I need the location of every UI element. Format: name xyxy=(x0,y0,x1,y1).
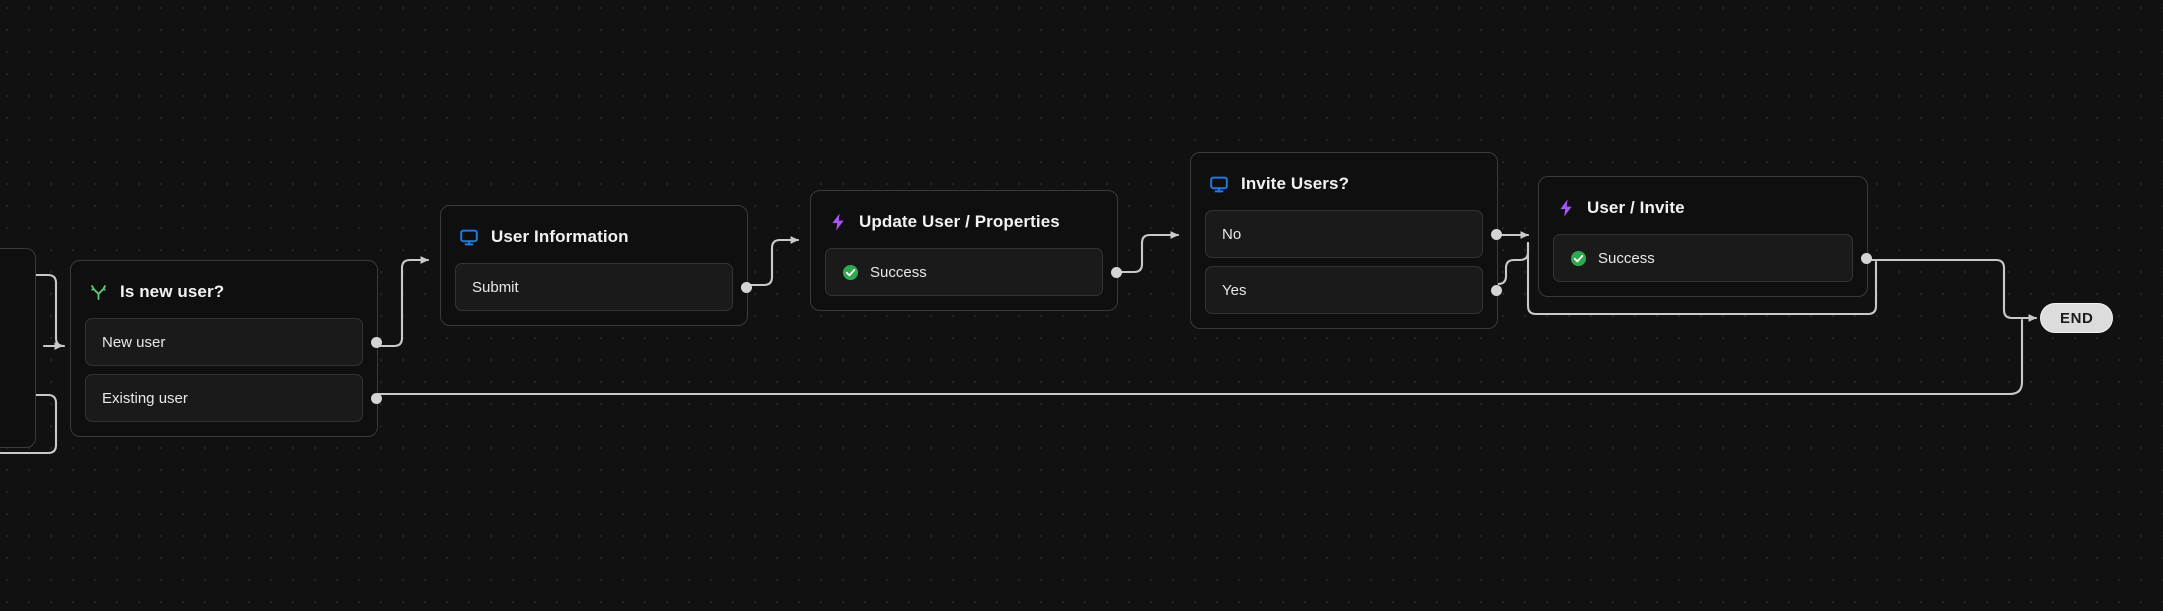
node-header: Is new user? xyxy=(85,275,363,305)
port-connector-dot[interactable] xyxy=(1861,252,1872,264)
port-label: Submit xyxy=(472,278,519,296)
port-success[interactable]: Success xyxy=(1553,234,1872,282)
node-update-user-properties[interactable]: Update User / Properties Success xyxy=(810,190,1122,311)
port-label: Existing user xyxy=(102,389,188,407)
port-connector-dot[interactable] xyxy=(1491,228,1502,240)
port-submit[interactable]: Submit xyxy=(455,263,752,311)
port-success[interactable]: Success xyxy=(825,248,1122,296)
edge-existinguser-rail xyxy=(366,318,2024,396)
node-title: User Information xyxy=(491,227,629,246)
port-list: No Yes xyxy=(1205,210,1502,314)
node-title: User / Invite xyxy=(1587,198,1685,217)
monitor-screen-icon xyxy=(1209,174,1229,194)
port-label: Success xyxy=(1598,249,1655,267)
edge-offscreen-to-isnewuser xyxy=(34,273,66,348)
port-list: Submit xyxy=(455,263,752,311)
edge-submit-to-updateuser xyxy=(746,236,800,287)
offscreen-node-fragment[interactable] xyxy=(0,248,36,448)
node-is-new-user[interactable]: Is new user? New user Existing user xyxy=(70,260,382,437)
port-connector-dot[interactable] xyxy=(1491,284,1502,296)
node-header: Update User / Properties xyxy=(825,205,1103,235)
port-connector-dot[interactable] xyxy=(371,392,382,404)
port-connector-dot[interactable] xyxy=(741,281,752,293)
port-list: New user Existing user xyxy=(85,318,382,422)
flow-canvas[interactable]: Is new user? New user Existing user User… xyxy=(0,0,2163,611)
port-label: New user xyxy=(102,333,166,351)
port-existing-user[interactable]: Existing user xyxy=(85,374,382,422)
port-no[interactable]: No xyxy=(1205,210,1502,258)
node-user-invite[interactable]: User / Invite Success xyxy=(1538,176,1872,297)
branch-fork-icon xyxy=(89,283,108,302)
node-header: Invite Users? xyxy=(1205,167,1483,197)
edge-updateuser-to-inviteusers xyxy=(1108,231,1180,274)
port-label: No xyxy=(1222,225,1242,243)
edge-userinvite-success-to-end xyxy=(1846,258,2038,322)
lightning-bolt-icon xyxy=(1557,198,1575,218)
port-label: Yes xyxy=(1222,281,1247,299)
end-label: END xyxy=(2060,309,2094,327)
monitor-screen-icon xyxy=(459,227,479,247)
port-list: Success xyxy=(1553,234,1872,282)
node-title: Update User / Properties xyxy=(859,212,1060,231)
port-yes[interactable]: Yes xyxy=(1205,266,1502,314)
port-label: Success xyxy=(870,263,927,281)
port-connector-dot[interactable] xyxy=(371,336,382,348)
port-new-user[interactable]: New user xyxy=(85,318,382,366)
lightning-bolt-icon xyxy=(829,212,847,232)
end-node[interactable]: END xyxy=(2040,303,2114,333)
node-invite-users[interactable]: Invite Users? No Yes xyxy=(1190,152,1502,329)
port-list: Success xyxy=(825,248,1122,296)
port-connector-dot[interactable] xyxy=(1111,266,1122,278)
node-title: Invite Users? xyxy=(1241,174,1350,193)
node-user-information[interactable]: User Information Submit xyxy=(440,205,752,326)
node-header: User Information xyxy=(455,220,733,250)
success-check-icon xyxy=(842,264,859,281)
node-title: Is new user? xyxy=(120,282,225,301)
success-check-icon xyxy=(1570,250,1587,267)
node-header: User / Invite xyxy=(1553,191,1853,221)
